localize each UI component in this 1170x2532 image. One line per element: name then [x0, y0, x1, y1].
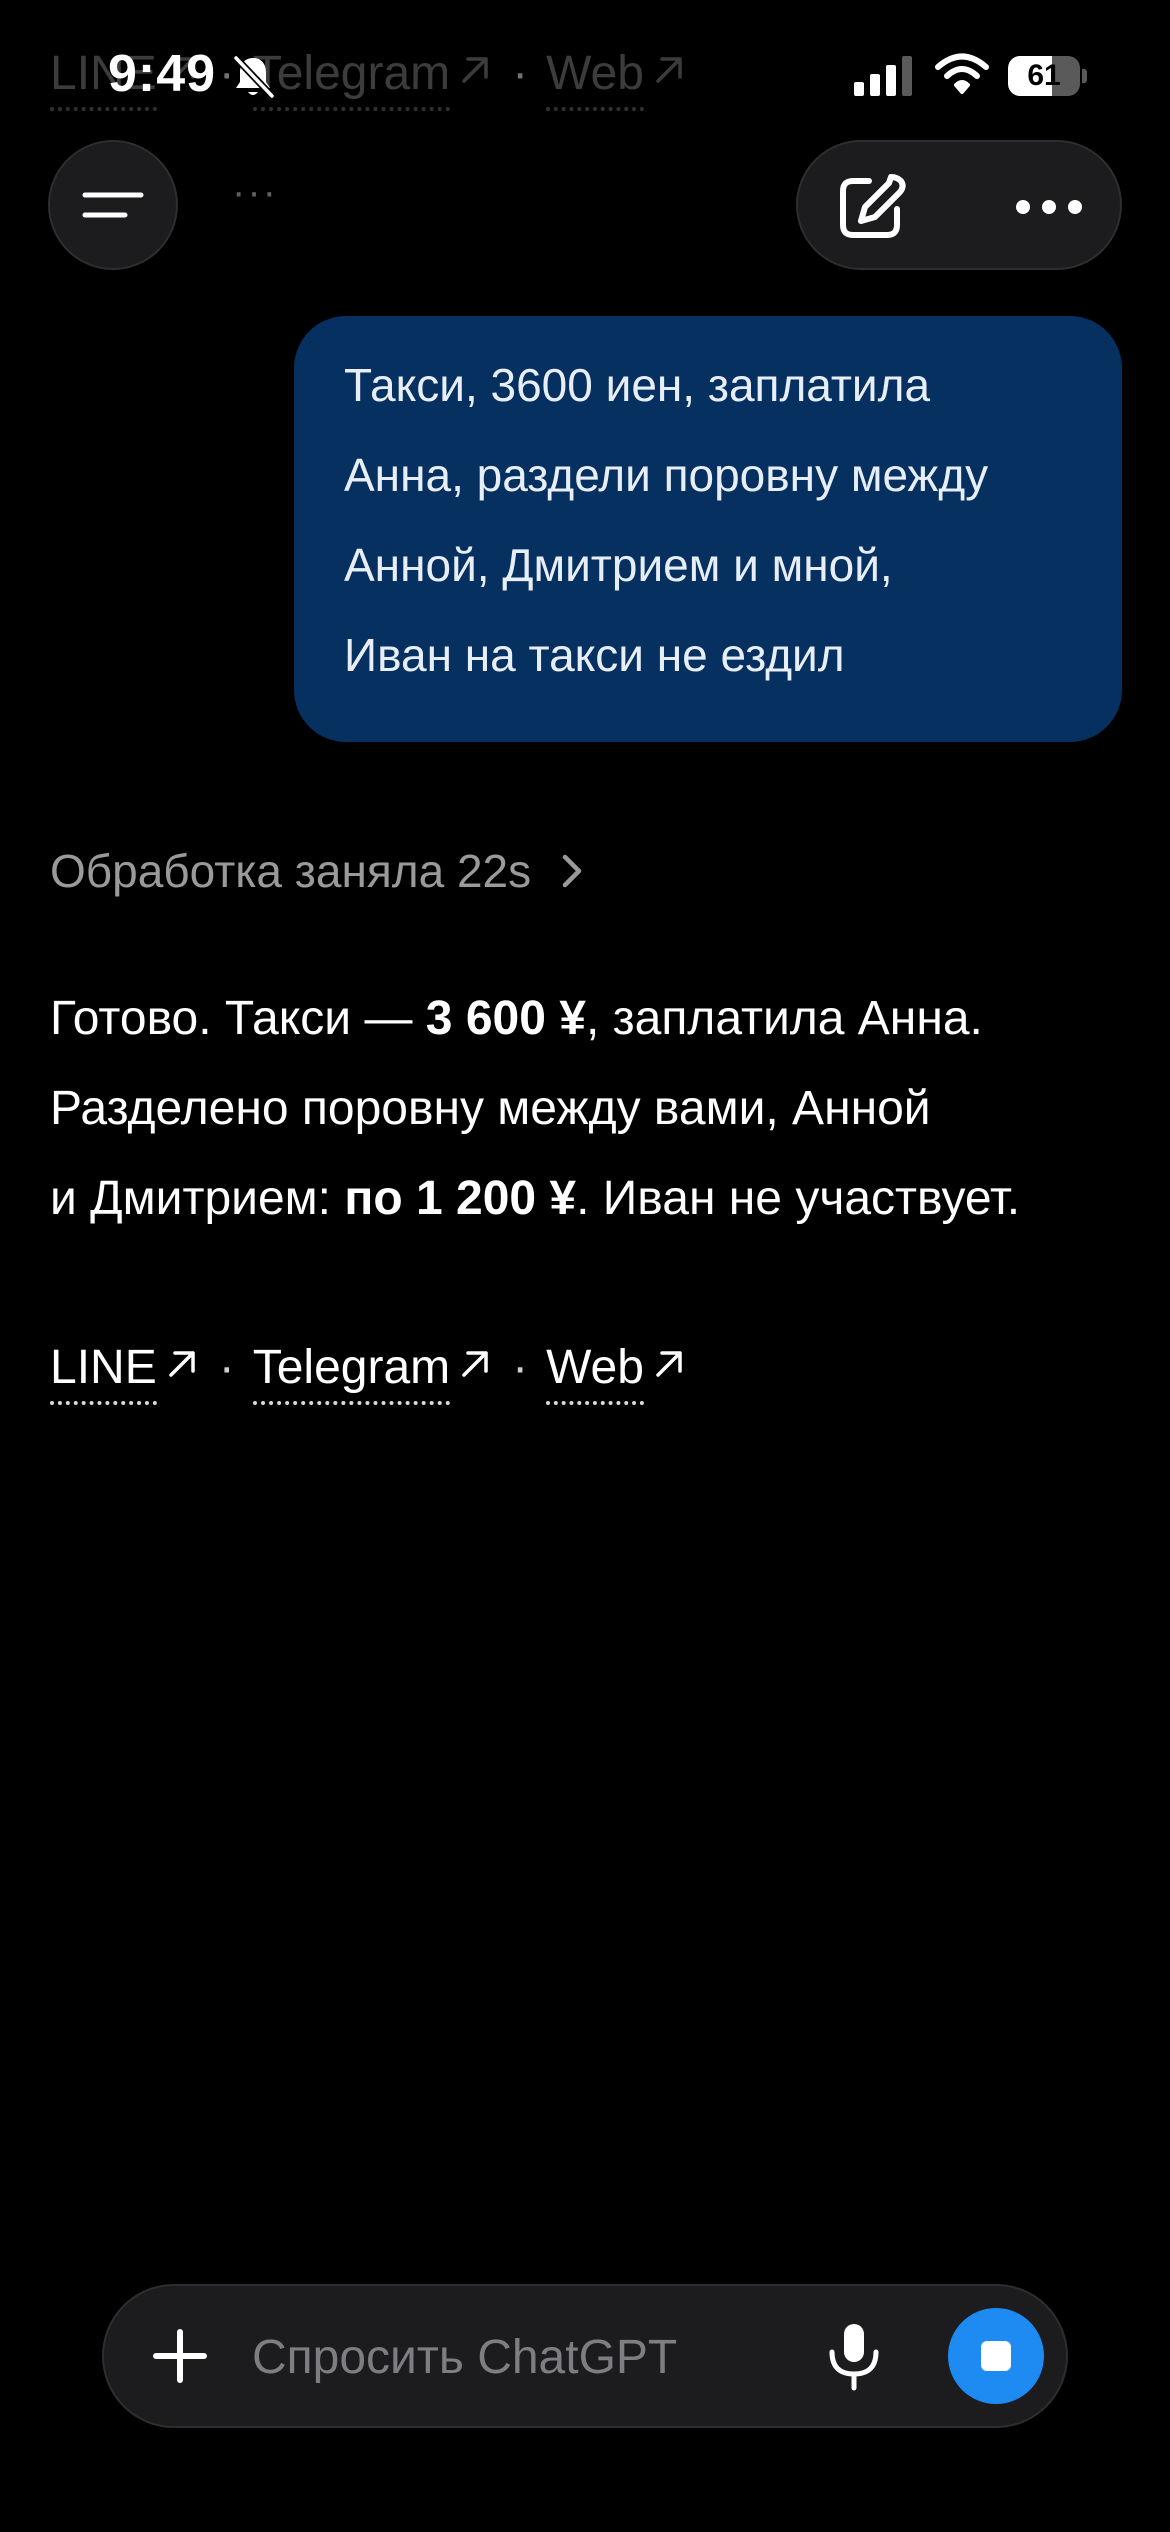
microphone-icon [829, 2324, 879, 2391]
bell-muted-icon [233, 55, 275, 99]
more-dots-icon [1016, 200, 1082, 214]
attach-button[interactable] [140, 2316, 220, 2396]
stop-generation-button[interactable] [948, 2308, 1044, 2404]
link-telegram[interactable]: Telegram [252, 1340, 494, 1417]
more-options-button[interactable] [1004, 164, 1094, 250]
answer-line: и Дмитрием: по 1 200 ¥. Иван не участвуе… [50, 1172, 1021, 1225]
thinking-duration-toggle[interactable]: Обработка заняла 22s [50, 844, 587, 898]
sidebar-menu-button[interactable] [48, 140, 178, 270]
status-time: 9:49 [108, 45, 217, 103]
voice-input-button[interactable] [814, 2316, 894, 2396]
user-message-bubble[interactable]: Такси, 3600 иен, заплатила Анна, раздели… [294, 316, 1122, 742]
link-line[interactable]: LINE [50, 1340, 201, 1417]
hamburger-icon [82, 192, 144, 218]
taxi-total: 3 600 ¥ [425, 992, 586, 1045]
compose-icon [840, 174, 906, 238]
user-message-line: Такси, 3600 иен, заплатила [344, 359, 931, 411]
user-message-line: Анна, раздели поровну между [344, 449, 989, 501]
ghost-dots: ··· [232, 170, 278, 214]
new-chat-button[interactable] [828, 164, 914, 250]
battery-indicator: 61 [1008, 56, 1087, 96]
per-person-amount: по 1 200 ¥ [344, 1172, 577, 1225]
stop-icon [981, 2341, 1011, 2371]
chevron-right-icon [562, 854, 582, 888]
message-input[interactable] [250, 2286, 774, 2428]
battery-cap [1082, 69, 1087, 83]
external-arrow-icon [656, 1351, 682, 1377]
link-web[interactable]: Web [546, 1340, 688, 1417]
link-separator: · [218, 1341, 235, 1394]
wifi-icon [935, 53, 989, 94]
external-arrow-icon [462, 1351, 488, 1377]
share-links-row: LINE · Telegram · Web [50, 1340, 688, 1417]
toolbar-actions [796, 140, 1122, 270]
link-separator: · [512, 1341, 529, 1394]
answer-line: Готово. Такси — 3 600 ¥, заплатила Анна. [50, 992, 983, 1045]
answer-line: Разделено поровну между вами, Анной [50, 1082, 931, 1135]
thinking-label: Обработка заняла 22s [50, 845, 532, 897]
external-arrow-icon [168, 1351, 195, 1377]
battery-body: 61 [1008, 56, 1080, 96]
user-message-line: Анной, Дмитрием и мной, [344, 539, 893, 591]
composer-bar [102, 2284, 1068, 2428]
user-message-line: Иван на такси не ездил [344, 629, 845, 681]
status-bar: 9:49 61 [0, 0, 1170, 150]
assistant-message: Готово. Такси — 3 600 ¥, заплатила Анна.… [50, 974, 1140, 1244]
plus-icon [153, 2329, 207, 2383]
battery-level: 61 [1027, 59, 1061, 92]
cellular-signal-icon [854, 56, 912, 96]
